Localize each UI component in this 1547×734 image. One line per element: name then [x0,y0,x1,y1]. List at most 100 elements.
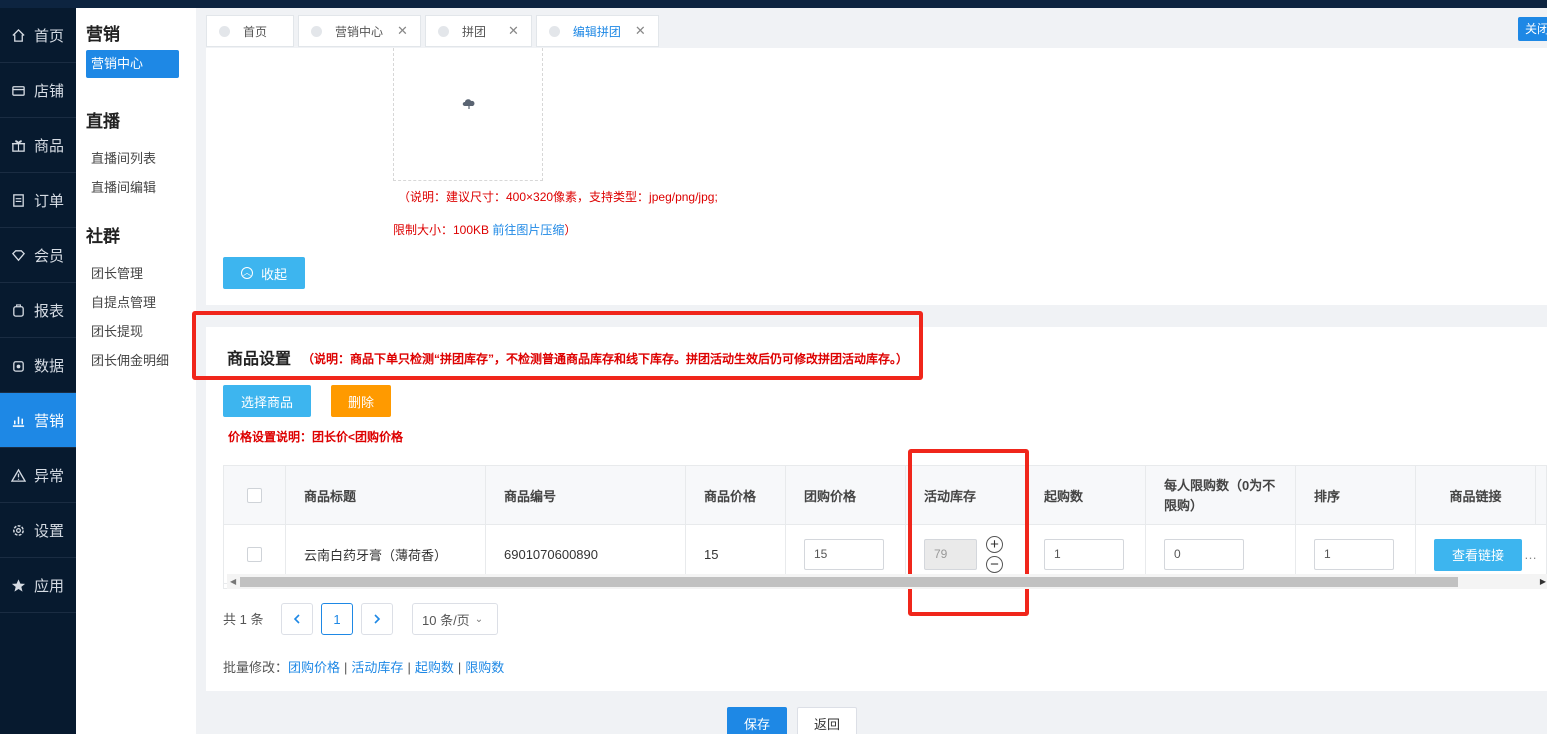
page-size-value: 10 条/页 [422,612,470,628]
batch-stock-link[interactable]: 活动库存 [351,660,403,675]
row-checkbox[interactable] [247,547,262,562]
tab-home[interactable]: 首页 [206,15,295,47]
nav-item-home[interactable]: 首页 [0,8,76,63]
chart-icon [10,412,26,428]
warning-icon [10,467,26,483]
nav-item-label: 数据 [34,357,65,375]
select-goods-button[interactable]: 选择商品 [223,385,311,417]
home-icon [10,27,26,43]
annotation-box [908,449,1029,616]
tab-label: 拼团 [461,24,486,39]
nav-item-orders[interactable]: 订单 [0,173,76,228]
close-icon[interactable]: ✕ [508,23,519,39]
subnav-item-live-list[interactable]: 直播间列表 [76,144,196,173]
chevron-down-icon: ⌄ [474,613,484,625]
collapse-label: 收起 [260,266,287,282]
order-icon [10,192,26,208]
gift-icon [10,137,26,153]
batch-min-buy-link[interactable]: 起购数 [415,660,454,675]
page-size-select[interactable]: 10 条/页 ⌄ [412,603,498,635]
next-page-button[interactable] [361,603,393,635]
prev-page-button[interactable] [281,603,313,635]
nav-item-exceptions[interactable]: 异常 [0,448,76,503]
gear-icon [10,522,26,538]
top-bar [0,0,1547,8]
nav-item-goods[interactable]: 商品 [0,118,76,173]
horizontal-scrollbar[interactable]: ◀ ▶ [227,574,1547,589]
close-all-button[interactable]: 关闭 [1518,17,1547,41]
nav-item-store[interactable]: 店铺 [0,63,76,118]
scrollbar-thumb[interactable] [240,577,1458,587]
group-price-input[interactable]: 15 [804,539,884,570]
nav-item-reports[interactable]: 报表 [0,283,76,338]
column-header: 团购价格 [786,466,906,525]
tab-dot-icon [437,25,449,37]
tab-dot-icon [219,25,230,37]
main-nav: 首页 店铺 商品 订单 会员 报表 数据 营销 异常 设置 应用 [0,8,76,734]
subnav-item-pickup-manage[interactable]: 自提点管理 [76,288,196,317]
nav-item-marketing[interactable]: 营销 [0,393,76,448]
compress-image-link[interactable]: 前往图片压缩 [492,223,564,237]
header-checkbox-cell [224,466,286,525]
collapse-button[interactable]: ︿ 收起 [223,257,305,289]
nav-item-label: 设置 [34,522,65,540]
tab-label: 编辑拼团 [572,24,621,39]
tab-edit-group-buy[interactable]: 编辑拼团 ✕ [535,15,659,47]
page-number-button[interactable]: 1 [321,603,353,635]
save-button[interactable]: 保存 [727,707,787,734]
nav-item-data[interactable]: 数据 [0,338,76,393]
batch-limit-link[interactable]: 限购数 [465,660,504,675]
nav-item-label: 报表 [34,302,65,320]
tab-dot-icon [548,25,560,37]
subnav-item-marketing-center[interactable]: 营销中心 [86,50,179,78]
column-header: 每人限购数（0为不限购） [1146,466,1296,525]
nav-item-label: 商品 [34,137,65,155]
nav-item-settings[interactable]: 设置 [0,503,76,558]
min-buy-input[interactable]: 1 [1044,539,1124,570]
upload-size-note: （说明：建议尺寸：400×320像素，支持类型：jpeg/png/jpg; [398,190,718,204]
diamond-icon [10,247,26,263]
total-count: 共 1 条 [223,612,264,627]
column-header: 商品链接 [1416,466,1536,525]
price-setting-note: 价格设置说明：团长价<团购价格 [228,430,404,444]
page-tabs: 首页 营销中心 ✕ 拼团 ✕ 编辑拼团 ✕ [206,15,663,47]
batch-group-price-link[interactable]: 团购价格 [288,660,340,675]
nav-item-apps[interactable]: 应用 [0,558,76,613]
view-link-button[interactable]: 查看链接 [1434,538,1522,571]
column-header: 起购数 [1026,466,1146,525]
subnav-item-leader-manage[interactable]: 团长管理 [76,259,196,288]
scroll-right-icon[interactable]: ▶ [1540,577,1546,586]
nav-item-label: 营销 [34,412,65,430]
collapse-icon: ︿ [240,267,253,279]
close-icon[interactable]: ✕ [635,23,646,39]
nav-item-label: 异常 [34,467,65,485]
delete-button[interactable]: 删除 [331,385,391,417]
subnav-group-title: 直播 [86,112,120,131]
image-upload-box[interactable] [393,48,543,181]
batch-prefix: 批量修改： [223,660,289,675]
sub-nav: 营销 营销中心 直播 直播间列表 直播间编辑 社群 团长管理 自提点管理 团长提… [76,8,196,734]
chevron-right-icon [374,614,381,624]
tab-marketing-center[interactable]: 营销中心 ✕ [298,15,421,47]
column-header: 商品价格 [686,466,786,525]
select-all-checkbox[interactable] [247,488,262,503]
nav-item-label: 会员 [34,247,65,265]
report-icon [10,302,26,318]
tab-group-buy[interactable]: 拼团 ✕ [424,15,532,47]
subnav-item-leader-withdraw[interactable]: 团长提现 [76,317,196,346]
sort-input[interactable]: 1 [1314,539,1394,570]
column-header: 商品标题 [286,466,486,525]
close-icon[interactable]: ✕ [397,23,408,39]
limit-input[interactable]: 0 [1164,539,1244,570]
column-header: 商品编号 [486,466,686,525]
scroll-left-icon[interactable]: ◀ [230,577,236,586]
subnav-group-title: 营销 [86,25,120,44]
back-button[interactable]: 返回 [797,707,857,734]
nav-item-members[interactable]: 会员 [0,228,76,283]
subnav-item-leader-commission[interactable]: 团长佣金明细 [76,346,196,375]
goods-table: 商品标题 商品编号 商品价格 团购价格 活动库存 起购数 每人限购数（0为不限购… [223,465,1547,589]
batch-modify: 批量修改：团购价格 | 活动库存 | 起购数 | 限购数 [223,660,505,675]
nav-item-label: 店铺 [34,82,65,100]
subnav-item-live-edit[interactable]: 直播间编辑 [76,173,196,202]
nav-item-label: 订单 [34,192,65,210]
